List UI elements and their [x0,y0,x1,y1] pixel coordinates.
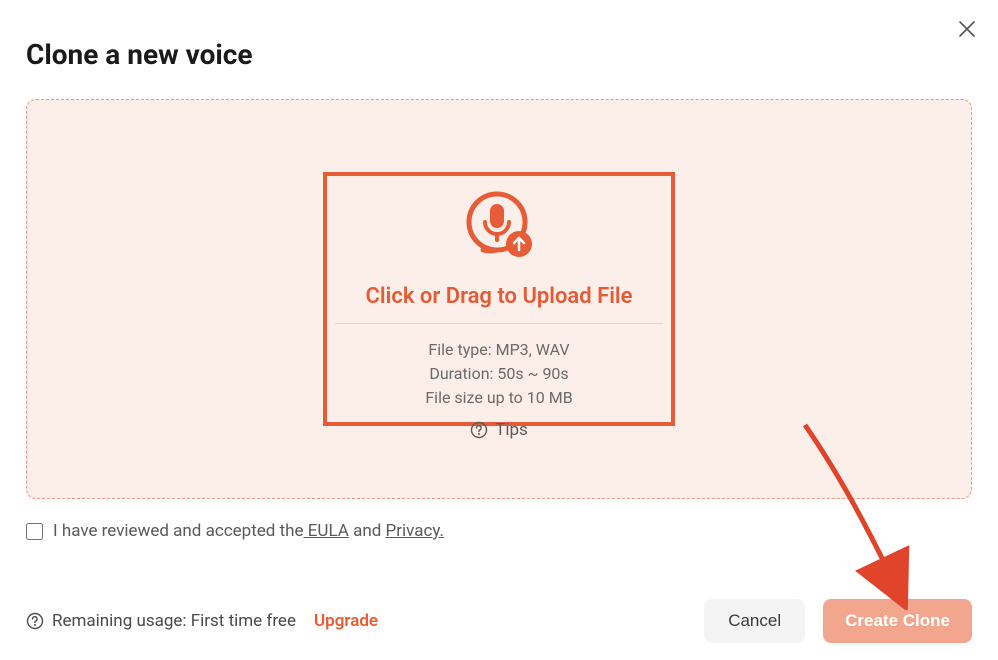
consent-row: I have reviewed and accepted the EULA an… [26,521,972,541]
usage-label: Remaining usage: First time free [52,611,296,631]
usage-info: Remaining usage: First time free Upgrade [26,611,378,631]
close-icon [958,20,976,38]
clone-voice-modal: Clone a new voice Click or Drag to Uploa… [0,0,998,660]
upload-instruction: Click or Drag to Upload File [335,284,663,324]
file-requirements: File type: MP3, WAV Duration: 50s ~ 90s … [327,324,671,422]
create-clone-button[interactable]: Create Clone [823,599,972,643]
eula-link[interactable]: EULA [304,521,349,541]
upload-card: Click or Drag to Upload File File type: … [323,172,675,426]
privacy-link[interactable]: Privacy. [386,521,445,541]
help-icon [470,421,488,439]
modal-title: Clone a new voice [26,38,972,71]
cancel-button[interactable]: Cancel [704,599,805,643]
upgrade-link[interactable]: Upgrade [314,611,378,631]
close-button[interactable] [958,20,976,42]
file-type-info: File type: MP3, WAV [327,338,671,362]
modal-footer: Remaining usage: First time free Upgrade… [26,599,972,643]
size-info: File size up to 10 MB [327,386,671,410]
action-buttons: Cancel Create Clone [704,599,972,643]
tips-label: Tips [495,420,528,440]
microphone-upload-icon [459,186,539,266]
consent-text: I have reviewed and accepted the EULA an… [53,521,444,541]
duration-info: Duration: 50s ~ 90s [327,362,671,386]
tips-link[interactable]: Tips [27,420,971,440]
upload-dropzone[interactable]: Click or Drag to Upload File File type: … [26,99,972,499]
help-icon [26,612,44,630]
consent-checkbox[interactable] [26,523,43,540]
